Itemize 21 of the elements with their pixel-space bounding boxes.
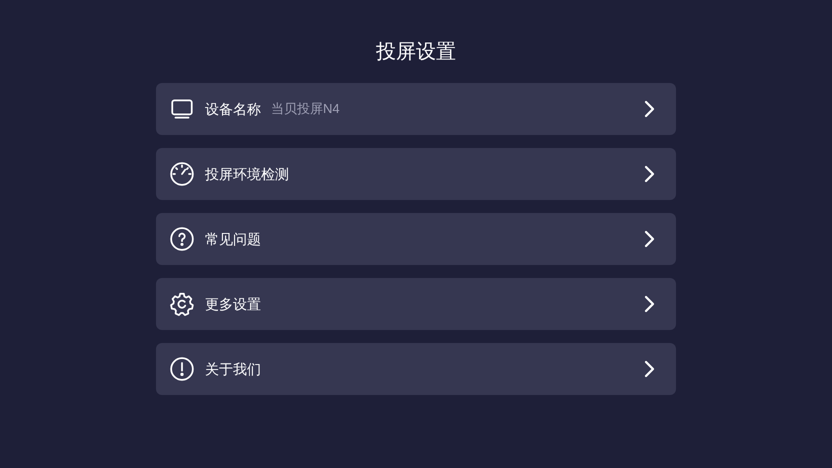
row-label: 更多设置 — [205, 294, 261, 314]
row-label: 设备名称 — [205, 100, 261, 118]
settings-row[interactable]: 设备名称 当贝投屏N4 — [156, 83, 676, 135]
settings-row[interactable]: 关于我们 — [156, 343, 676, 395]
row-label: 常见问题 — [205, 230, 261, 248]
help-icon — [169, 226, 195, 252]
settings-row[interactable]: 常见问题 — [156, 213, 676, 265]
chevron-right-icon — [643, 359, 655, 379]
row-label: 投屏环境检测 — [205, 164, 289, 184]
settings-row[interactable]: 更多设置 — [156, 278, 676, 330]
alert-icon — [169, 356, 195, 382]
settings-icon — [169, 291, 195, 317]
chevron-right-icon — [643, 294, 655, 314]
chevron-right-icon — [643, 164, 655, 184]
settings-row[interactable]: 投屏环境检测 — [156, 148, 676, 200]
chevron-right-icon — [643, 229, 655, 249]
page-title: 投屏设置 — [376, 40, 456, 65]
chevron-right-icon — [643, 99, 655, 119]
row-value: 当贝投屏N4 — [271, 100, 340, 118]
gauge-icon — [169, 161, 195, 187]
row-label: 关于我们 — [205, 360, 261, 378]
